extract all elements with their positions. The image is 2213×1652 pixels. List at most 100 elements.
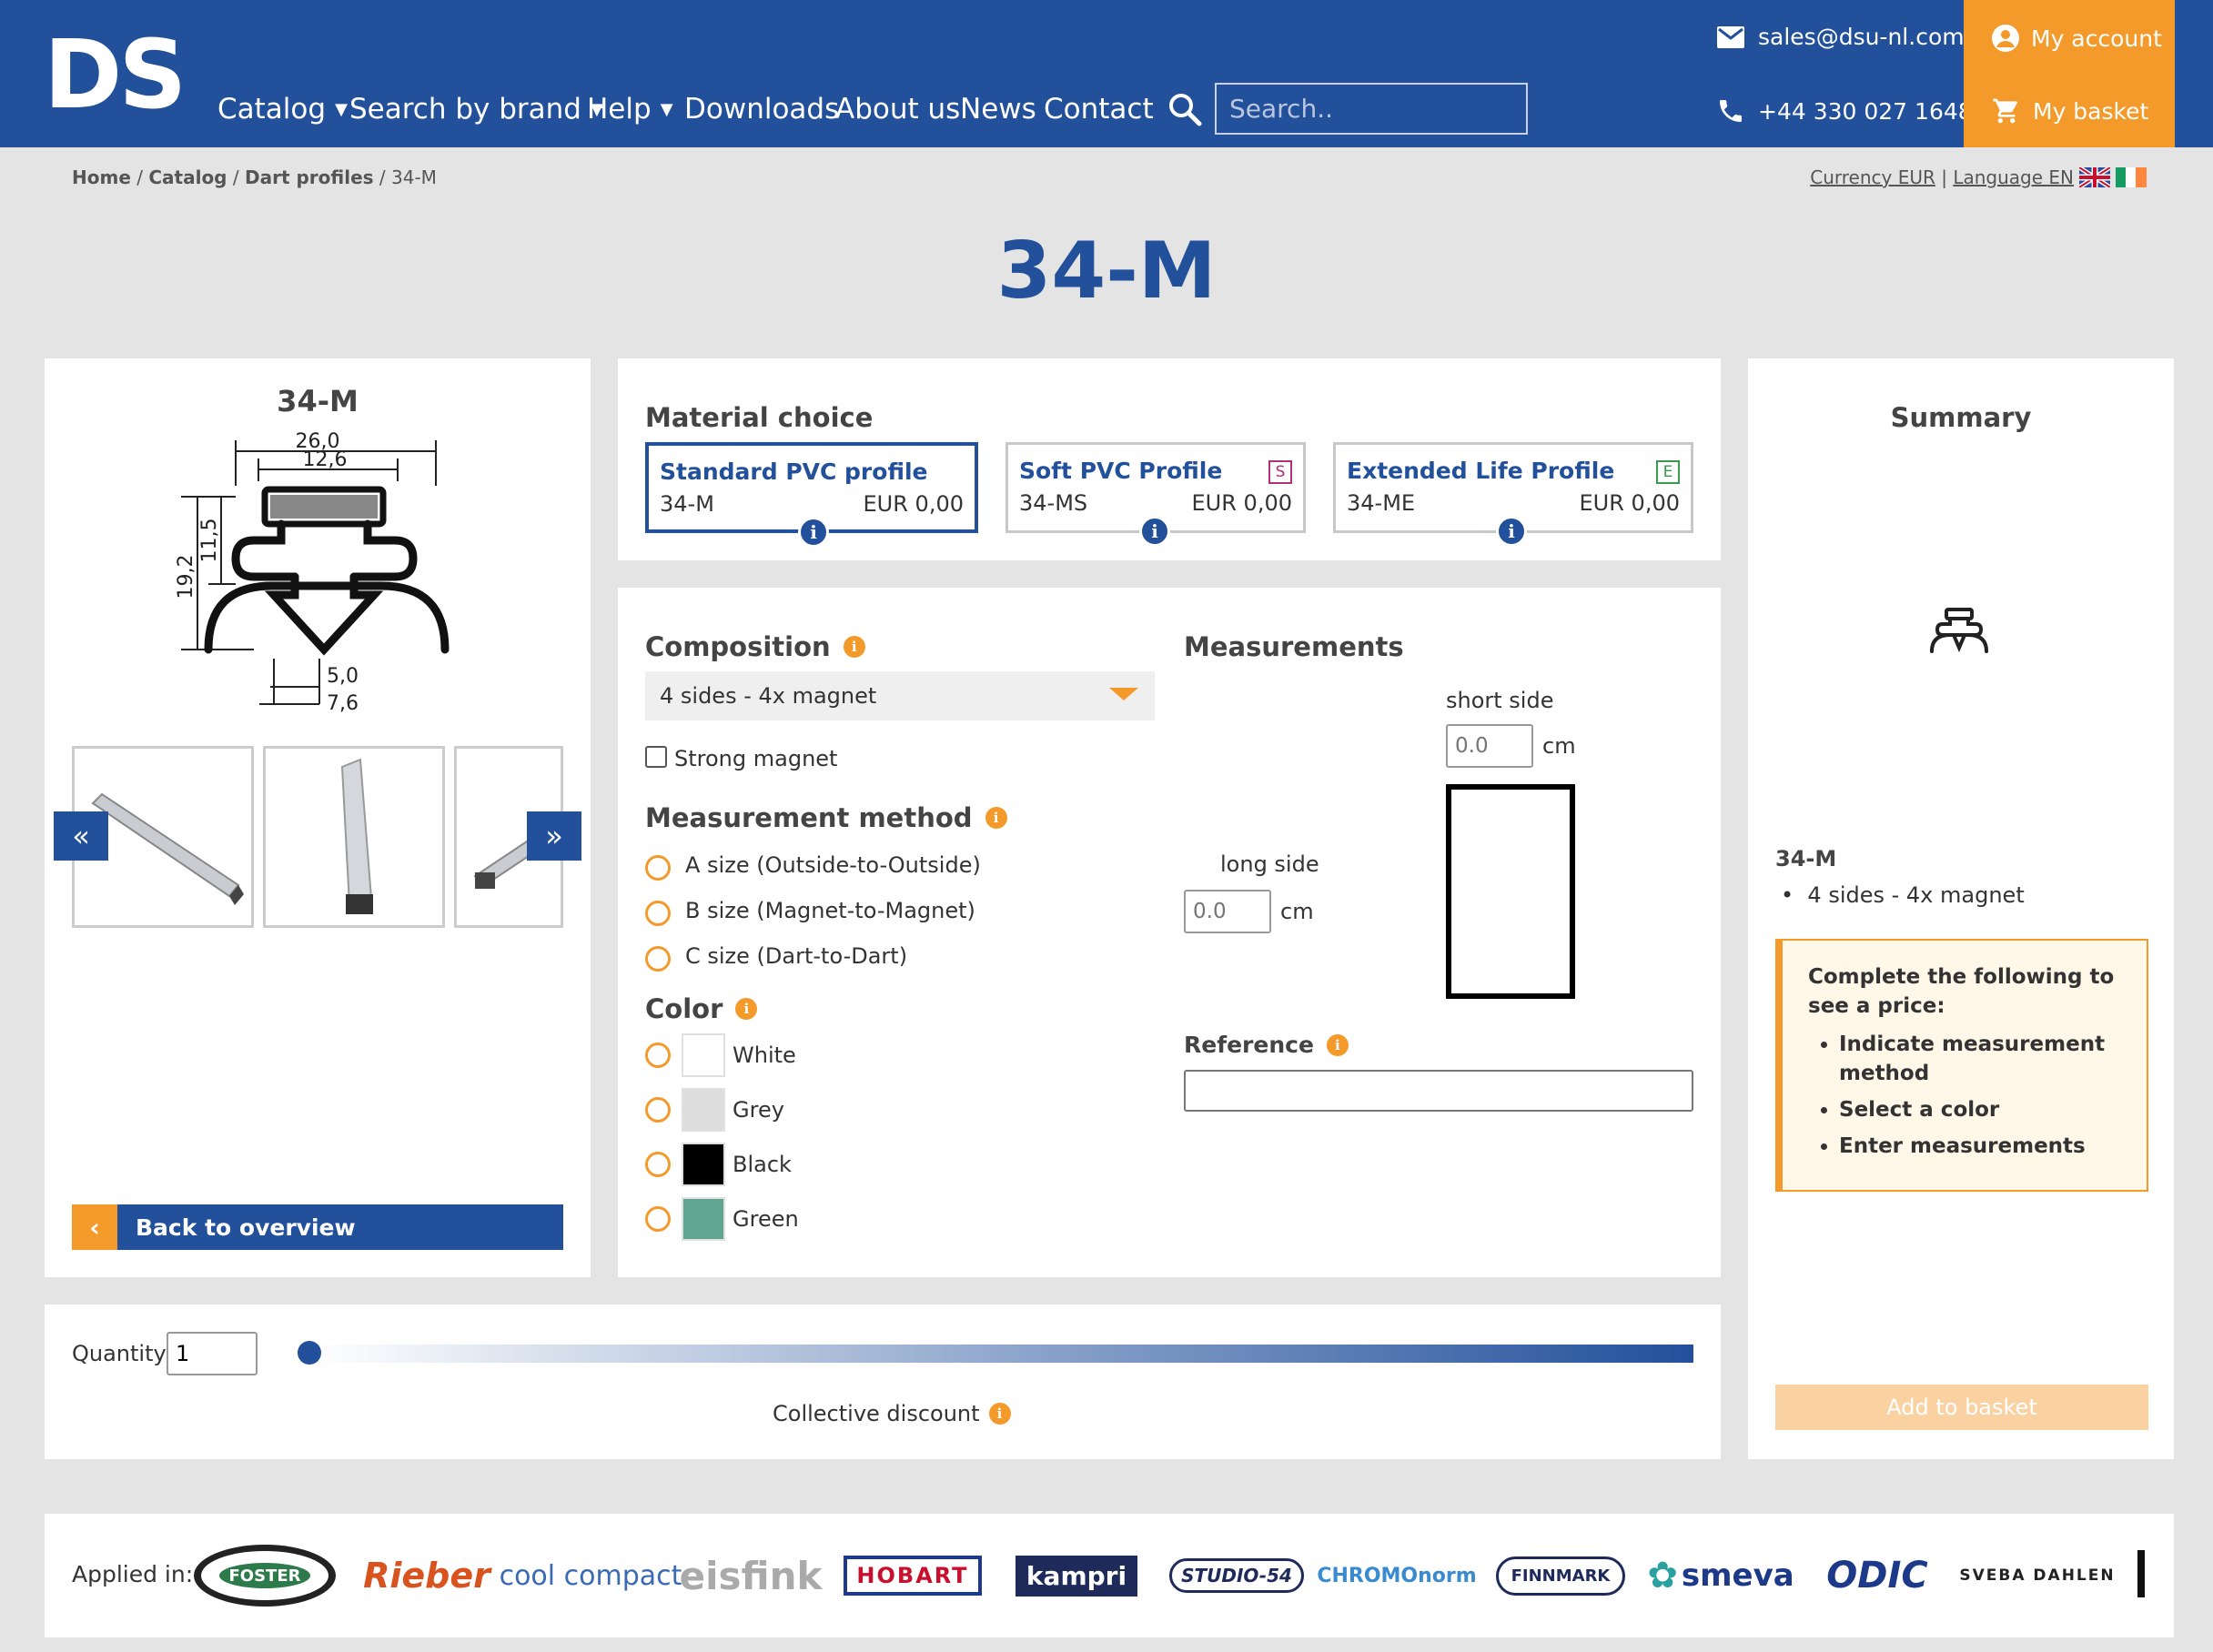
color-title-text: Color <box>645 993 723 1024</box>
brand-logo-finnmark[interactable]: FINNMARK <box>1488 1543 1633 1608</box>
brand-logo-sveba-dahlen[interactable]: SVEBA DAHLEN <box>1959 1543 2113 1608</box>
method-b-label[interactable]: B size (Magnet-to-Magnet) <box>685 898 975 923</box>
info-icon[interactable]: i <box>1496 516 1527 547</box>
dsu-logo[interactable]: DSU <box>44 27 189 118</box>
my-basket-link[interactable]: My basket <box>1991 96 2148 126</box>
brand-logo-hobart[interactable]: HOBART <box>842 1543 984 1608</box>
discount-slider-handle[interactable] <box>298 1341 321 1365</box>
gallery-next-button[interactable]: » <box>527 811 581 861</box>
brand-logo-foster[interactable]: FOSTER <box>192 1543 338 1608</box>
nav-downloads[interactable]: Downloads <box>684 93 839 126</box>
brand-logo-rieber[interactable]: Rieber <box>354 1543 500 1608</box>
info-icon[interactable]: i <box>798 517 829 548</box>
color-white-radio[interactable] <box>645 1043 671 1068</box>
material-name: Extended Life Profile <box>1347 458 1615 484</box>
search-icon[interactable] <box>1167 91 1203 127</box>
my-account-link[interactable]: My account <box>1991 24 2162 53</box>
brand-logo-cool-compact[interactable]: cool compact <box>500 1543 682 1608</box>
breadcrumb-dart-profiles[interactable]: Dart profiles <box>245 166 374 188</box>
language-link[interactable]: Language EN <box>1953 166 2074 188</box>
info-icon[interactable]: i <box>843 636 865 658</box>
brand-logo-studio-54[interactable]: STUDIO-54 <box>1164 1543 1309 1608</box>
brand-logo-eisfink[interactable]: eisfink <box>676 1543 825 1608</box>
finnmark-logo-text: FINNMARK <box>1495 1556 1626 1596</box>
foster-logo: FOSTER <box>194 1545 336 1607</box>
nav-help[interactable]: Help ▼ <box>587 93 673 126</box>
color-white-label[interactable]: White <box>733 1043 796 1068</box>
material-choice-panel: Material choice Standard PVC profile 34-… <box>618 358 1721 560</box>
nav-contact[interactable]: Contact <box>1044 93 1154 126</box>
material-option-soft[interactable]: Soft PVC Profile S 34-MS EUR 0,00 i <box>1005 442 1306 547</box>
material-code: 34-ME <box>1347 490 1416 516</box>
info-icon[interactable]: i <box>1139 516 1170 547</box>
color-black-label[interactable]: Black <box>733 1152 792 1177</box>
email-link[interactable]: sales@dsu-nl.com <box>1716 24 1965 50</box>
color-grey-radio[interactable] <box>645 1097 671 1123</box>
measurements-title: Measurements <box>1184 631 1404 662</box>
search-input[interactable] <box>1215 83 1528 135</box>
material-option-extended[interactable]: Extended Life Profile E 34-ME EUR 0,00 i <box>1333 442 1693 547</box>
method-c-label[interactable]: C size (Dart-to-Dart) <box>685 943 907 969</box>
nav-search-by-brand[interactable]: Search by brand ▼ <box>349 93 603 126</box>
nav-about-label: About us <box>835 93 961 126</box>
color-swatch-grey[interactable] <box>682 1088 725 1132</box>
material-code: 34-MS <box>1019 490 1088 516</box>
color-swatch-green[interactable] <box>682 1197 725 1241</box>
phone-link[interactable]: +44 330 027 1648 <box>1716 96 1973 126</box>
nav-about-us[interactable]: About us <box>835 93 960 126</box>
requirement-item: Select a color <box>1839 1095 2121 1124</box>
method-a-label[interactable]: A size (Outside-to-Outside) <box>685 852 981 878</box>
color-green-label[interactable]: Green <box>733 1206 799 1232</box>
method-c-radio[interactable] <box>645 946 671 972</box>
composition-title-text: Composition <box>645 631 831 662</box>
breadcrumb-home[interactable]: Home <box>72 166 131 188</box>
material-option-standard[interactable]: Standard PVC profile 34-M EUR 0,00 i <box>645 442 978 548</box>
ireland-flag-icon[interactable] <box>2116 167 2147 187</box>
breadcrumb-separator: / <box>136 166 143 188</box>
nav-news[interactable]: News <box>960 93 1036 126</box>
nav-catalog[interactable]: Catalog ▼ <box>217 93 348 126</box>
method-b-radio[interactable] <box>645 901 671 926</box>
gallery-prev-button[interactable]: « <box>54 811 108 861</box>
locale-separator: | <box>1941 166 1947 188</box>
info-icon[interactable]: i <box>985 807 1007 829</box>
product-thumbnail[interactable] <box>263 746 445 928</box>
reference-input[interactable] <box>1184 1070 1693 1112</box>
short-side-input[interactable] <box>1446 724 1533 768</box>
uk-flag-icon[interactable] <box>2079 167 2110 187</box>
color-swatch-black[interactable] <box>682 1143 725 1186</box>
info-icon[interactable]: i <box>1326 1033 1349 1056</box>
back-to-overview-button[interactable]: ‹ Back to overview <box>72 1204 563 1250</box>
brand-logo-kampri[interactable]: kampri <box>1004 1543 1149 1608</box>
composition-select[interactable]: 4 sides - 4x magnet <box>645 671 1155 720</box>
add-to-basket-button[interactable]: Add to basket <box>1775 1385 2148 1430</box>
long-side-unit: cm <box>1280 899 1314 924</box>
long-side-input[interactable] <box>1184 890 1271 933</box>
dim-height-inner: 11,5 <box>198 519 221 563</box>
note-title: Complete the following to see a price: <box>1808 965 2115 1018</box>
summary-title: Summary <box>1890 402 2032 433</box>
brand-logo-chromonorm[interactable]: CHROMOnorm <box>1317 1543 1476 1608</box>
material-price: EUR 0,00 <box>1579 490 1680 516</box>
summary-item-text: 4 sides - 4x magnet <box>1807 882 2025 908</box>
material-name: Soft PVC Profile <box>1019 458 1223 484</box>
color-grey-label[interactable]: Grey <box>733 1097 784 1123</box>
color-swatch-white[interactable] <box>682 1033 725 1077</box>
info-icon[interactable]: i <box>988 1403 1011 1425</box>
currency-link[interactable]: Currency EUR <box>1810 166 1935 188</box>
material-code: 34-M <box>660 491 714 517</box>
info-icon[interactable]: i <box>735 998 758 1020</box>
brand-logo-smeva[interactable]: ✿ smeva <box>1647 1543 1794 1608</box>
studio54-logo-text: STUDIO-54 <box>1169 1558 1304 1593</box>
strong-magnet-checkbox[interactable] <box>645 746 667 768</box>
brand-logo-partial[interactable] <box>2137 1550 2145 1597</box>
color-green-radio[interactable] <box>645 1206 671 1232</box>
brand-logo-odic[interactable]: ODIC <box>1814 1543 1941 1608</box>
strong-magnet-label[interactable]: Strong magnet <box>674 746 837 771</box>
profile-diagram: 26,0 12,6 19,2 11,5 5,0 7,6 <box>175 431 450 715</box>
method-a-radio[interactable] <box>645 855 671 881</box>
breadcrumb-catalog[interactable]: Catalog <box>148 166 227 188</box>
dim-dart-outer: 7,6 <box>327 692 359 715</box>
color-black-radio[interactable] <box>645 1152 671 1177</box>
quantity-input[interactable] <box>167 1332 258 1375</box>
